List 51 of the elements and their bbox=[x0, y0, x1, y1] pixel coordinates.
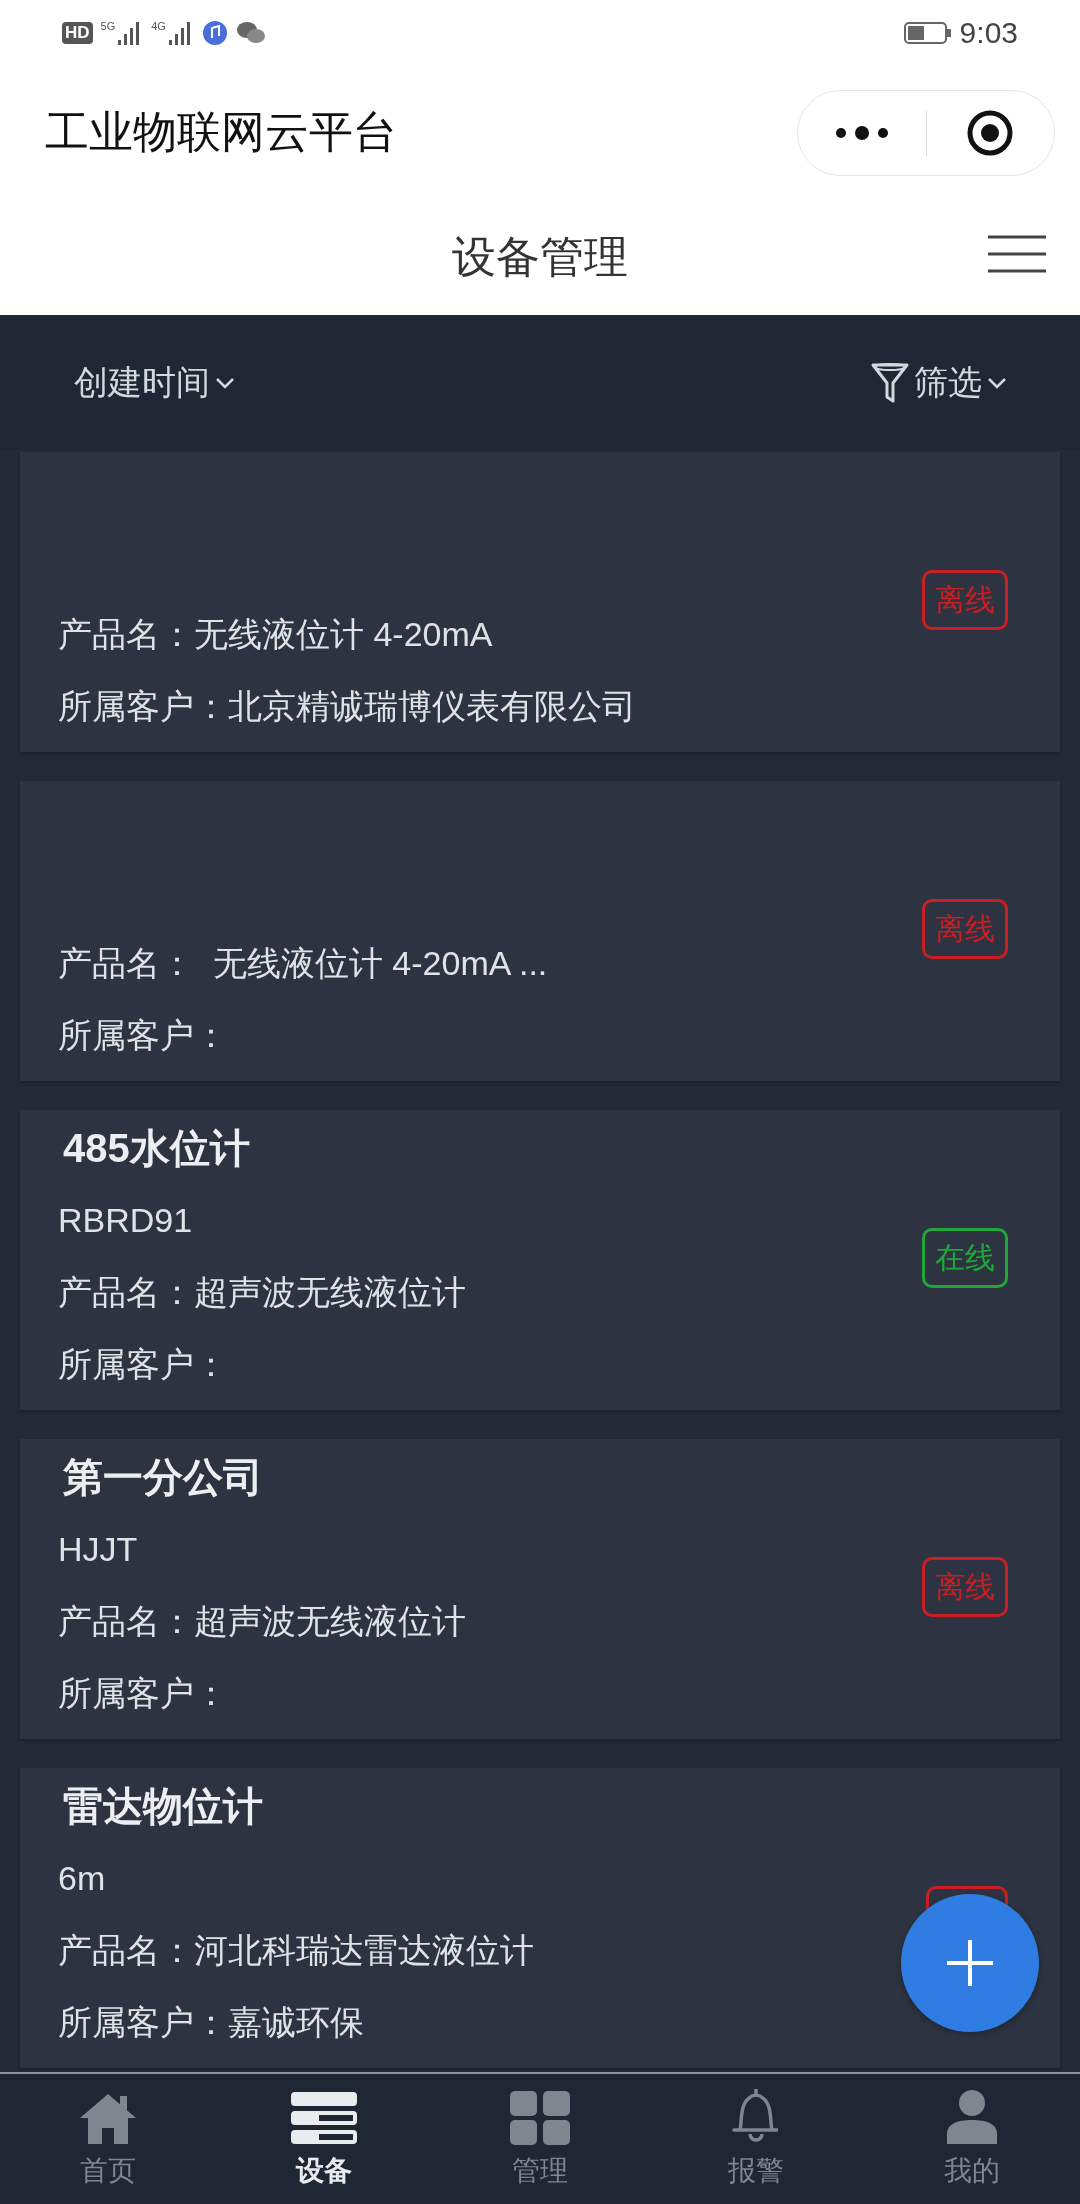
stack-icon bbox=[289, 2090, 359, 2146]
funnel-icon bbox=[870, 360, 910, 405]
tab-item[interactable]: 我的 bbox=[864, 2074, 1080, 2204]
customer-name: 所属客户：嘉诚环保 bbox=[58, 2002, 365, 2043]
tab-item[interactable]: 设备 bbox=[216, 2074, 432, 2204]
network-label: 4G bbox=[151, 19, 166, 32]
chevron-icon bbox=[986, 375, 1008, 390]
app-title: 工业物联网云平台 bbox=[45, 106, 397, 158]
plus-icon bbox=[945, 1938, 995, 1988]
device-card[interactable]: 产品名： 无线液位计 4-20mA ... 所属客户： 离线 bbox=[20, 781, 1060, 1081]
product-name: 产品名： 无线液位计 4-20mA ... bbox=[58, 943, 549, 984]
device-code: HJJT bbox=[58, 1529, 139, 1570]
filter-dropdown[interactable]: 筛选 bbox=[870, 359, 1008, 406]
chat-icon bbox=[235, 19, 266, 46]
grid-icon bbox=[509, 2090, 571, 2146]
product-name: 产品名：超声波无线液位计 bbox=[58, 1272, 467, 1313]
status-badge: 在线 bbox=[922, 1228, 1008, 1288]
device-card[interactable]: 产品名：无线液位计 4-20mA 所属客户：北京精诚瑞博仪表有限公司 离线 bbox=[20, 452, 1060, 752]
page-title: 设备管理 bbox=[452, 231, 628, 283]
tab-item[interactable]: 报警 bbox=[648, 2074, 864, 2204]
customer-name: 所属客户：北京精诚瑞博仪表有限公司 bbox=[58, 686, 637, 727]
battery-icon bbox=[903, 20, 952, 45]
menu-icon bbox=[986, 234, 1048, 274]
device-card[interactable]: 485水位计 RBRD91 产品名：超声波无线液位计 所属客户： 在线 bbox=[20, 1110, 1060, 1410]
customer-name: 所属客户： bbox=[58, 1015, 229, 1056]
product-name: 产品名：河北科瑞达雷达液位计 bbox=[58, 1930, 535, 1971]
tab-item[interactable]: 管理 bbox=[432, 2074, 648, 2204]
device-code: RBRD91 bbox=[58, 1200, 194, 1241]
device-card[interactable]: 雷达物位计 6m 产品名：河北科瑞达雷达液位计 所属客户：嘉诚环保 bbox=[20, 1768, 1060, 2068]
person-icon bbox=[945, 2088, 999, 2146]
network-label: 5G bbox=[100, 19, 116, 32]
status-badge: 离线 bbox=[922, 570, 1008, 630]
sort-dropdown[interactable]: 创建时间 bbox=[74, 359, 236, 406]
status-badge: 离线 bbox=[922, 1557, 1008, 1617]
more-icon bbox=[833, 125, 890, 140]
device-name: 485水位计 bbox=[62, 1125, 251, 1172]
customer-name: 所属客户： bbox=[58, 1344, 229, 1385]
music-icon bbox=[201, 19, 228, 46]
product-name: 产品名：超声波无线液位计 bbox=[58, 1601, 467, 1642]
device-code: 6m bbox=[58, 1858, 107, 1899]
tab-item[interactable]: 首页 bbox=[0, 2074, 216, 2204]
device-card[interactable]: 第一分公司 HJJT 产品名：超声波无线液位计 所属客户： 离线 bbox=[20, 1439, 1060, 1739]
product-name: 产品名：无线液位计 4-20mA bbox=[58, 614, 494, 655]
chevron-icon bbox=[214, 375, 236, 390]
status-badge: 离线 bbox=[922, 899, 1008, 959]
hd-indicator: HD bbox=[62, 21, 93, 44]
device-name: 雷达物位计 bbox=[62, 1783, 264, 1830]
customer-name: 所属客户： bbox=[58, 1673, 229, 1714]
target-icon bbox=[966, 108, 1015, 157]
device-name: 第一分公司 bbox=[62, 1454, 264, 1501]
clock-time: 9:03 bbox=[959, 15, 1018, 50]
